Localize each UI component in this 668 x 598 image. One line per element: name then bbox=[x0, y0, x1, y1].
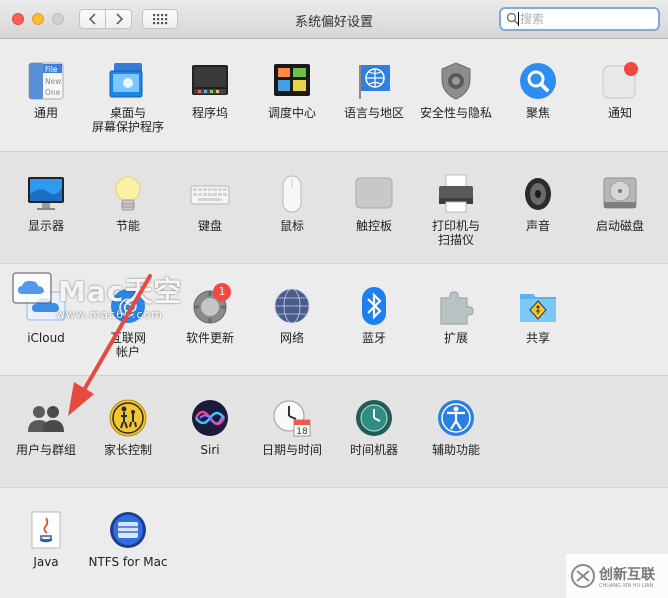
section-personal: File New One 通用 桌面与 屏幕保护程序 程序坞 调度中心 语言与地… bbox=[0, 39, 668, 152]
text-caret bbox=[518, 12, 519, 26]
accessibility-icon bbox=[438, 400, 474, 436]
icloud-icon bbox=[26, 291, 66, 321]
window-title: 系统偏好设置 bbox=[294, 15, 373, 30]
notifications-icon bbox=[602, 62, 638, 99]
pref-label: NTFS for Mac bbox=[88, 555, 168, 569]
pref-label: 日期与时间 bbox=[261, 443, 322, 457]
pref-label: 共享 bbox=[525, 331, 550, 345]
close-button[interactable] bbox=[12, 13, 24, 25]
users-groups-icon bbox=[28, 406, 64, 432]
pref-label: Java bbox=[33, 555, 59, 569]
sharing-icon bbox=[520, 294, 556, 322]
mouse-icon bbox=[282, 175, 302, 213]
titlebar: 系统偏好设置 搜索 bbox=[0, 0, 668, 39]
printer-scanner-icon bbox=[439, 174, 473, 213]
pref-label: 桌面与 屏幕保护程序 bbox=[91, 106, 164, 134]
dock-icon bbox=[192, 65, 228, 95]
pref-label: 程序坞 bbox=[191, 106, 228, 120]
pref-label: 触控板 bbox=[355, 219, 392, 233]
security-privacy-icon bbox=[441, 62, 471, 100]
general-icon-file: File bbox=[45, 65, 58, 74]
pref-label: 显示器 bbox=[27, 219, 64, 233]
network-icon bbox=[274, 288, 310, 324]
section-hardware: 显示器 节能 键盘 鼠标 触控板 打印机与 扫描仪 声音 启动磁盘 bbox=[0, 152, 668, 264]
sound-icon bbox=[525, 178, 551, 210]
siri-icon bbox=[192, 400, 228, 436]
chevron-right-icon bbox=[115, 13, 123, 25]
pref-label: 用户与群组 bbox=[15, 443, 76, 457]
general-icon: File New One bbox=[28, 62, 64, 100]
date-time-icon: 18 bbox=[273, 400, 311, 437]
system-preferences-window: 系统偏好设置 搜索 File New One 通用 桌面与 屏幕保护程序 程序坞… bbox=[0, 0, 668, 598]
pref-label: 调度中心 bbox=[267, 106, 316, 120]
back-button[interactable] bbox=[79, 9, 106, 29]
java-icon bbox=[31, 511, 61, 549]
pref-label: 启动磁盘 bbox=[595, 219, 644, 233]
section-other: Java NTFS for Mac bbox=[0, 488, 668, 598]
spotlight-icon bbox=[520, 63, 556, 99]
bluetooth-icon bbox=[362, 287, 386, 325]
general-icon-one: One bbox=[45, 88, 61, 97]
grid-icon bbox=[153, 14, 168, 25]
pref-label: 节能 bbox=[115, 219, 140, 233]
update-badge: 1 bbox=[213, 283, 231, 301]
pref-label: 打印机与 扫描仪 bbox=[431, 219, 480, 247]
pref-label: 聚焦 bbox=[525, 106, 550, 120]
chevron-left-icon bbox=[88, 13, 96, 25]
forward-button[interactable] bbox=[105, 9, 132, 29]
pref-label: 时间机器 bbox=[349, 443, 398, 457]
mission-control-icon bbox=[274, 64, 310, 96]
svg-text:@: @ bbox=[118, 294, 138, 318]
search-input[interactable]: 搜索 bbox=[499, 7, 660, 31]
startup-disk-icon bbox=[603, 177, 637, 209]
pref-label: 声音 bbox=[525, 219, 550, 233]
section-system: 用户与群组 家长控制 Siri 18 日期与时间 时间机器 辅助功能 bbox=[0, 376, 668, 488]
pref-label: 家长控制 bbox=[103, 443, 152, 457]
general-icon-new: New bbox=[45, 77, 61, 86]
search-placeholder: 搜索 bbox=[520, 12, 545, 26]
extensions-icon bbox=[440, 291, 474, 325]
parental-controls-icon bbox=[109, 399, 147, 437]
section-internet-wireless: iCloud @ 互联网 帐户 1 软件更新 网络 蓝牙 扩展 共享 bbox=[0, 264, 668, 376]
calendar-day: 18 bbox=[296, 427, 308, 437]
pref-label: 蓝牙 bbox=[361, 331, 386, 345]
trackpad-icon bbox=[355, 177, 393, 209]
pref-label: 软件更新 bbox=[185, 331, 234, 345]
pref-label: iCloud bbox=[27, 331, 65, 345]
pref-label: 鼠标 bbox=[279, 219, 304, 233]
desktop-screensaver-icon bbox=[109, 63, 143, 98]
keyboard-icon bbox=[190, 185, 230, 205]
pref-label: 互联网 帐户 bbox=[109, 331, 146, 359]
pref-label: 通用 bbox=[33, 106, 58, 120]
pref-label: 键盘 bbox=[197, 219, 222, 233]
pref-label: 辅助功能 bbox=[431, 443, 480, 457]
ntfs-for-mac-icon bbox=[110, 512, 146, 548]
show-all-button[interactable] bbox=[142, 9, 178, 29]
internet-accounts-icon: @ bbox=[111, 289, 145, 323]
pref-label: 语言与地区 bbox=[343, 106, 404, 120]
displays-icon bbox=[28, 177, 64, 210]
pref-label: 安全性与隐私 bbox=[419, 106, 492, 120]
pref-label: 网络 bbox=[279, 331, 304, 345]
zoom-button[interactable] bbox=[52, 13, 64, 25]
pref-label: 通知 bbox=[607, 106, 632, 120]
pref-label: 扩展 bbox=[443, 331, 468, 345]
pref-label: Siri bbox=[200, 443, 220, 457]
time-machine-icon bbox=[356, 400, 392, 436]
energy-saver-icon bbox=[115, 176, 141, 211]
language-region-icon bbox=[359, 65, 390, 99]
minimize-button[interactable] bbox=[32, 13, 44, 25]
